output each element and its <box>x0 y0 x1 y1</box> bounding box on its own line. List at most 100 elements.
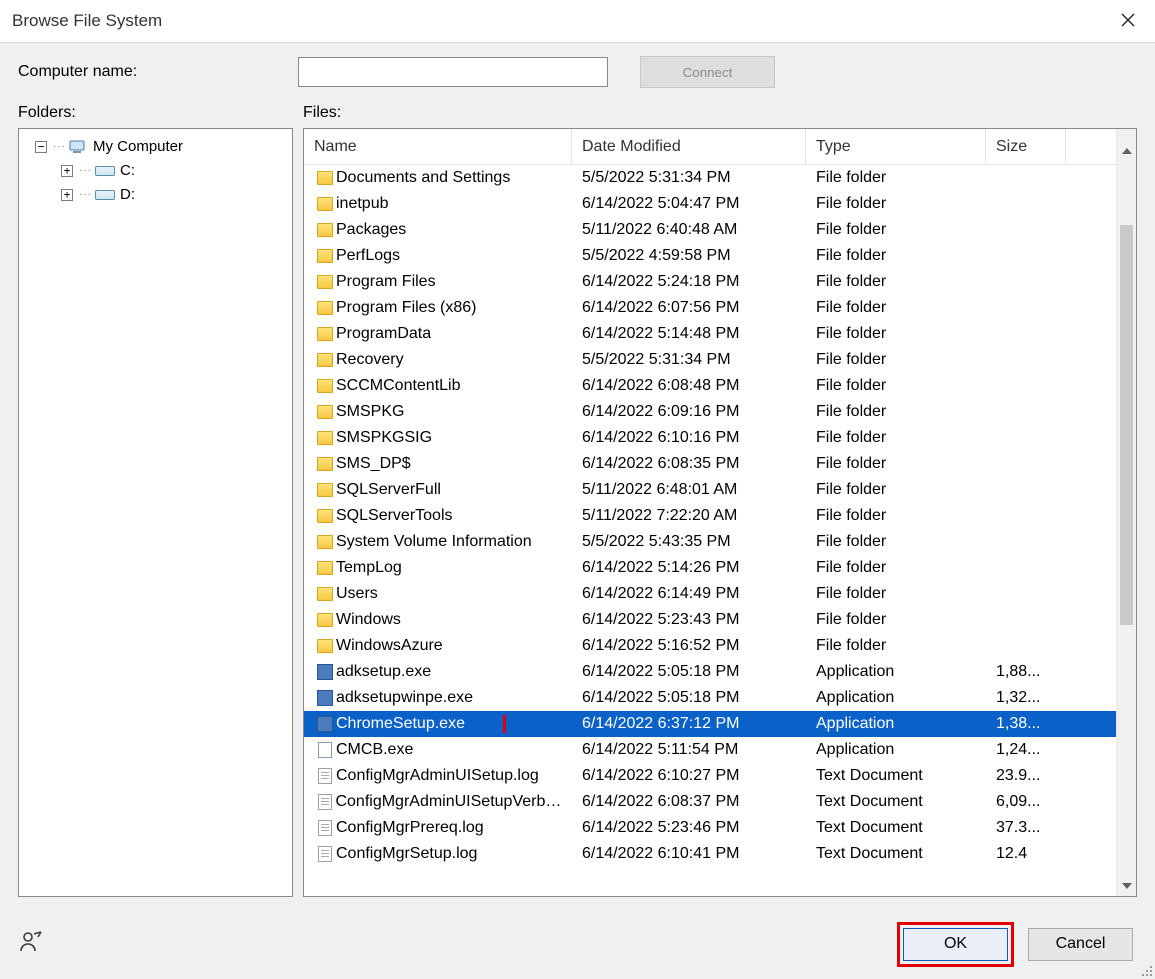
folder-tree[interactable]: − ··· My Computer + ··· C: <box>19 129 292 213</box>
file-row[interactable]: SMS_DP$6/14/2022 6:08:35 PMFile folder <box>304 451 1116 477</box>
text-file-icon <box>314 768 336 784</box>
scroll-up-icon[interactable] <box>1117 141 1136 161</box>
file-type: File folder <box>806 559 986 577</box>
file-type: File folder <box>806 637 986 655</box>
file-row[interactable]: Packages5/11/2022 6:40:48 AMFile folder <box>304 217 1116 243</box>
scroll-thumb[interactable] <box>1120 225 1133 625</box>
file-row[interactable]: SMSPKG6/14/2022 6:09:16 PMFile folder <box>304 399 1116 425</box>
folder-icon <box>314 509 336 523</box>
tree-drive-c[interactable]: + ··· C: <box>23 159 288 183</box>
file-date: 6/14/2022 6:07:56 PM <box>572 299 806 317</box>
file-size: 37.3... <box>986 819 1066 837</box>
file-type: Text Document <box>806 793 986 811</box>
ok-button[interactable]: OK <box>903 928 1008 961</box>
window-title: Browse File System <box>12 11 162 31</box>
folder-icon <box>314 457 336 471</box>
file-row[interactable]: Program Files (x86)6/14/2022 6:07:56 PMF… <box>304 295 1116 321</box>
user-icon[interactable] <box>18 929 44 959</box>
file-row[interactable]: SQLServerTools5/11/2022 7:22:20 AMFile f… <box>304 503 1116 529</box>
file-date: 5/11/2022 6:48:01 AM <box>572 481 806 499</box>
file-name: adksetupwinpe.exe <box>336 689 473 707</box>
file-row[interactable]: WindowsAzure6/14/2022 5:16:52 PMFile fol… <box>304 633 1116 659</box>
computer-row: Computer name: Connect <box>18 56 1137 88</box>
file-row[interactable]: ConfigMgrAdminUISetup.log6/14/2022 6:10:… <box>304 763 1116 789</box>
file-name: SCCMContentLib <box>336 377 461 395</box>
file-date: 6/14/2022 5:24:18 PM <box>572 273 806 291</box>
file-date: 6/14/2022 5:11:54 PM <box>572 741 806 759</box>
col-type[interactable]: Type <box>806 129 986 164</box>
file-type: Application <box>806 715 986 733</box>
file-type: Application <box>806 663 986 681</box>
file-row[interactable]: Windows6/14/2022 5:23:43 PMFile folder <box>304 607 1116 633</box>
file-row[interactable]: Recovery5/5/2022 5:31:34 PMFile folder <box>304 347 1116 373</box>
file-date: 5/5/2022 5:31:34 PM <box>572 351 806 369</box>
file-row[interactable]: adksetupwinpe.exe6/14/2022 5:05:18 PMApp… <box>304 685 1116 711</box>
file-row[interactable]: PerfLogs5/5/2022 4:59:58 PMFile folder <box>304 243 1116 269</box>
file-size: 1,32... <box>986 689 1066 707</box>
file-type: File folder <box>806 533 986 551</box>
drive-label: D: <box>120 183 135 207</box>
file-row[interactable]: ConfigMgrSetup.log6/14/2022 6:10:41 PMTe… <box>304 841 1116 867</box>
tree-drive-d[interactable]: + ··· D: <box>23 183 288 207</box>
file-date: 5/5/2022 4:59:58 PM <box>572 247 806 265</box>
ok-highlight: OK <box>897 922 1014 967</box>
drive-label: C: <box>120 159 135 183</box>
file-date: 6/14/2022 6:37:12 PM <box>572 715 806 733</box>
expand-icon[interactable]: + <box>61 189 73 201</box>
expand-icon[interactable]: + <box>61 165 73 177</box>
folder-icon <box>314 171 336 185</box>
browse-file-system-dialog: Browse File System Computer name: Connec… <box>0 0 1155 979</box>
computer-name-input[interactable] <box>298 57 608 87</box>
file-row[interactable]: ConfigMgrPrereq.log6/14/2022 5:23:46 PMT… <box>304 815 1116 841</box>
file-row[interactable]: Users6/14/2022 6:14:49 PMFile folder <box>304 581 1116 607</box>
file-row[interactable]: CMCB.exe6/14/2022 5:11:54 PMApplication1… <box>304 737 1116 763</box>
file-type: File folder <box>806 481 986 499</box>
collapse-icon[interactable]: − <box>35 141 47 153</box>
file-row[interactable]: Program Files6/14/2022 5:24:18 PMFile fo… <box>304 269 1116 295</box>
file-list[interactable]: Name Date Modified Type Size Documents a… <box>304 129 1116 896</box>
file-row[interactable]: ConfigMgrAdminUISetupVerbo...6/14/2022 6… <box>304 789 1116 815</box>
application-icon <box>314 664 336 680</box>
file-row[interactable]: ChromeSetup.exe6/14/2022 6:37:12 PMAppli… <box>304 711 1116 737</box>
file-date: 6/14/2022 5:14:26 PM <box>572 559 806 577</box>
tree-root[interactable]: − ··· My Computer <box>23 135 288 159</box>
cancel-button[interactable]: Cancel <box>1028 928 1133 961</box>
file-row[interactable]: inetpub6/14/2022 5:04:47 PMFile folder <box>304 191 1116 217</box>
file-row[interactable]: ProgramData6/14/2022 5:14:48 PMFile fold… <box>304 321 1116 347</box>
computer-icon <box>69 140 87 154</box>
connect-button[interactable]: Connect <box>640 56 775 88</box>
folder-icon <box>314 275 336 289</box>
file-name: SMSPKGSIG <box>336 429 432 447</box>
file-name: SQLServerTools <box>336 507 453 525</box>
file-row[interactable]: Documents and Settings5/5/2022 5:31:34 P… <box>304 165 1116 191</box>
col-name[interactable]: Name <box>304 129 572 164</box>
col-size[interactable]: Size <box>986 129 1066 164</box>
file-name: WindowsAzure <box>336 637 443 655</box>
folders-column: Folders: − ··· My Computer + <box>18 104 293 897</box>
file-name: ProgramData <box>336 325 431 343</box>
file-row[interactable]: SQLServerFull5/11/2022 6:48:01 AMFile fo… <box>304 477 1116 503</box>
file-row[interactable]: adksetup.exe6/14/2022 5:05:18 PMApplicat… <box>304 659 1116 685</box>
resize-grip-icon[interactable] <box>1138 962 1152 976</box>
file-date: 6/14/2022 6:14:49 PM <box>572 585 806 603</box>
files-column: Files: Name Date Modified Type Size Docu… <box>303 104 1137 897</box>
dialog-footer: OK Cancel <box>0 909 1155 979</box>
folder-icon <box>314 301 336 315</box>
close-icon[interactable] <box>1113 7 1143 36</box>
col-date[interactable]: Date Modified <box>572 129 806 164</box>
scrollbar[interactable] <box>1116 129 1136 896</box>
file-date: 6/14/2022 5:23:43 PM <box>572 611 806 629</box>
file-row[interactable]: SCCMContentLib6/14/2022 6:08:48 PMFile f… <box>304 373 1116 399</box>
file-date: 6/14/2022 6:09:16 PM <box>572 403 806 421</box>
list-header[interactable]: Name Date Modified Type Size <box>304 129 1116 165</box>
application-icon <box>314 716 336 732</box>
file-row[interactable]: System Volume Information5/5/2022 5:43:3… <box>304 529 1116 555</box>
file-row[interactable]: SMSPKGSIG6/14/2022 6:10:16 PMFile folder <box>304 425 1116 451</box>
file-name: inetpub <box>336 195 389 213</box>
folder-icon <box>314 483 336 497</box>
folder-icon <box>314 197 336 211</box>
file-name: ConfigMgrAdminUISetup.log <box>336 767 539 785</box>
file-row[interactable]: TempLog6/14/2022 5:14:26 PMFile folder <box>304 555 1116 581</box>
scroll-down-icon[interactable] <box>1117 876 1136 896</box>
folder-icon <box>314 613 336 627</box>
